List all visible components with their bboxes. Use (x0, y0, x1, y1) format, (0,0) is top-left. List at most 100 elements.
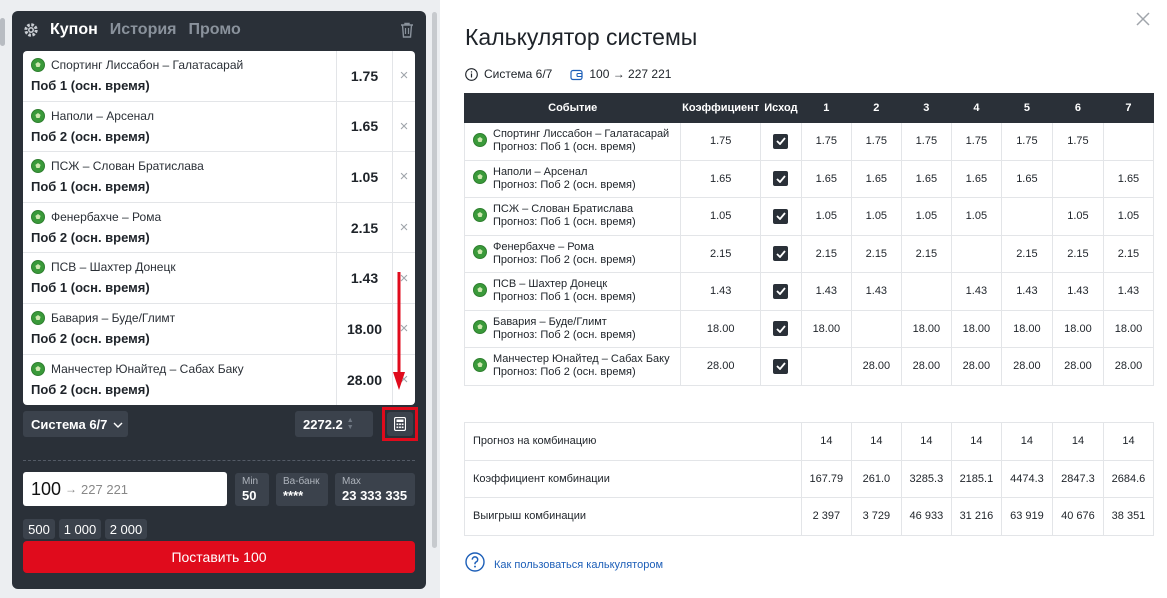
combination-cell: 1.65 (1102, 159, 1155, 198)
remove-bet-button[interactable]: × (393, 102, 415, 152)
system-row: Система 6/7 2272.2 ▲ ▼ (23, 407, 418, 441)
column-header: 2 (850, 93, 902, 123)
event-name: Наполи – Арсенал (493, 165, 588, 178)
event-cell: Спортинг Лиссабон – Галатасарай Прогноз: … (463, 122, 682, 161)
outcome-cell (760, 309, 802, 348)
bet-match-name: Наполи – Арсенал (51, 108, 154, 123)
outcome-checkbox[interactable] (773, 133, 789, 149)
edge-scroll-handle[interactable] (0, 18, 5, 46)
bet-item: Наполи – Арсенал Поб 2 (осн. время) 1.65… (23, 101, 415, 153)
combination-cell: 1.65 (900, 159, 952, 198)
min-value: 50 (242, 488, 257, 503)
combination-cell: 2.15 (1051, 234, 1104, 273)
calculator-button[interactable] (382, 407, 418, 441)
combination-cell: 18.00 (800, 309, 852, 348)
combination-cell: 1.05 (800, 197, 852, 236)
gear-icon[interactable] (22, 21, 40, 39)
soccer-ball-icon (473, 282, 487, 300)
quick-stake-button[interactable]: 2 000 (105, 519, 147, 539)
summary-value: 31 216 (950, 497, 1002, 536)
combination-cell: 1.65 (950, 159, 1002, 198)
total-odd-field[interactable]: 2272.2 ▲ ▼ (295, 411, 373, 437)
outcome-checkbox[interactable] (773, 208, 789, 224)
event-cell: Бавария – Буде/Глимт Прогноз: Поб 2 (осн.… (463, 309, 682, 348)
min-stake-button[interactable]: Min 50 (235, 473, 269, 506)
outcome-cell (760, 159, 802, 198)
place-bet-button[interactable]: Поставить 100 (23, 541, 415, 573)
summary-body: Прогноз на комбинацию 14 14 14 14 14 14 14 Коэфф… (464, 422, 1155, 536)
combination-cell: 1.43 (800, 272, 852, 311)
system-select[interactable]: Система 6/7 (23, 411, 128, 437)
outcome-checkbox[interactable] (773, 321, 789, 337)
outcome-checkbox[interactable] (773, 283, 789, 299)
outcome-checkbox[interactable] (773, 171, 789, 187)
combination-cell: 18.00 (900, 309, 952, 348)
combination-cell (850, 309, 902, 348)
stake-input[interactable]: 100 → 227 221 (23, 472, 227, 506)
summary-value: 63 919 (1000, 497, 1053, 536)
soccer-ball-icon (31, 361, 45, 381)
stake-value: 100 (31, 478, 62, 499)
vabank-button[interactable]: Ва-банк **** (276, 473, 328, 506)
odd-cell: 18.00 (680, 309, 761, 348)
combination-cell (1102, 122, 1155, 161)
spinner-icon[interactable]: ▲ ▼ (347, 417, 354, 431)
column-header: 5 (1000, 93, 1053, 123)
max-stake-button[interactable]: Max 23 333 335 (335, 473, 415, 506)
combination-cell: 1.65 (800, 159, 852, 198)
bet-odd: 28.00 (336, 354, 393, 405)
event-name: Спортинг Лиссабон – Галатасарай (493, 128, 670, 141)
soccer-ball-icon (473, 132, 487, 150)
event-cell: Фенербахче – Рома Прогноз: Поб 2 (осн. вр… (463, 234, 682, 273)
combination-cell: 2.15 (900, 234, 952, 273)
event-name: ПСЖ – Слован Братислава (493, 203, 634, 216)
bet-list: Спортинг Лиссабон – Галатасарай Поб 1 (о… (23, 51, 415, 405)
table-row: Бавария – Буде/Глимт Прогноз: Поб 2 (осн.… (463, 309, 1155, 348)
remove-bet-button[interactable]: × (393, 51, 415, 101)
soccer-ball-icon (31, 209, 45, 229)
soccer-ball-icon (473, 207, 487, 225)
summary-label: Прогноз на комбинацию (464, 422, 802, 461)
odd-cell: 1.05 (680, 197, 761, 236)
event-name: ПСВ – Шахтер Донецк (493, 278, 608, 291)
outcome-checkbox[interactable] (773, 246, 789, 262)
help-link[interactable]: Как пользоваться калькулятором (465, 552, 663, 577)
close-icon[interactable] (1134, 10, 1152, 28)
bet-odd: 1.75 (336, 51, 393, 101)
bet-item: ПСВ – Шахтер Донецк Поб 1 (осн. время) 1… (23, 253, 415, 304)
help-icon (465, 552, 485, 577)
vabank-value: **** (283, 488, 304, 503)
trash-icon[interactable] (398, 21, 416, 39)
tab-coupon[interactable]: Купон (50, 21, 98, 39)
summary-value: 4474.3 (1000, 459, 1053, 498)
tab-history[interactable]: История (110, 21, 177, 39)
tab-promo[interactable]: Промо (189, 21, 241, 39)
events-table: Событие Коэффициент Исход 1 2 3 4 5 6 7 … (463, 93, 1155, 386)
stake-info: 100 → 227 221 (589, 67, 672, 81)
max-value: 23 333 335 (342, 488, 408, 503)
chevron-down-icon (113, 417, 123, 432)
remove-bet-button[interactable]: × (393, 152, 415, 202)
combination-cell: 1.65 (850, 159, 902, 198)
outcome-checkbox[interactable] (773, 358, 789, 374)
remove-bet-button[interactable]: × (393, 203, 415, 253)
event-cell: Наполи – Арсенал Прогноз: Поб 2 (осн. вре… (463, 159, 682, 198)
coupon-panel: Купон История Промо Спортинг Лиссабон – … (12, 11, 426, 589)
quick-stake-button[interactable]: 500 (23, 519, 55, 539)
column-header: 1 (800, 93, 852, 123)
quick-stake-button[interactable]: 1 000 (59, 519, 101, 539)
summary-value: 14 (1000, 422, 1053, 461)
calculator-icon (387, 412, 413, 436)
column-header: 6 (1051, 93, 1104, 123)
soccer-ball-icon (31, 310, 45, 330)
combination-cell: 1.05 (1051, 197, 1104, 236)
bet-outcome: Поб 2 (осн. время) (31, 229, 150, 245)
wallet-icon (570, 68, 583, 81)
table-row: Манчестер Юнайтед – Сабах Баку Прогноз: П… (463, 347, 1155, 386)
info-icon (465, 67, 478, 81)
combination-cell: 2.15 (1102, 234, 1155, 273)
bet-outcome: Поб 1 (осн. время) (31, 179, 150, 195)
combination-cell: 2.15 (1000, 234, 1053, 273)
page-scrollbar[interactable] (432, 12, 437, 548)
potential-win: 227 221 (81, 481, 129, 497)
